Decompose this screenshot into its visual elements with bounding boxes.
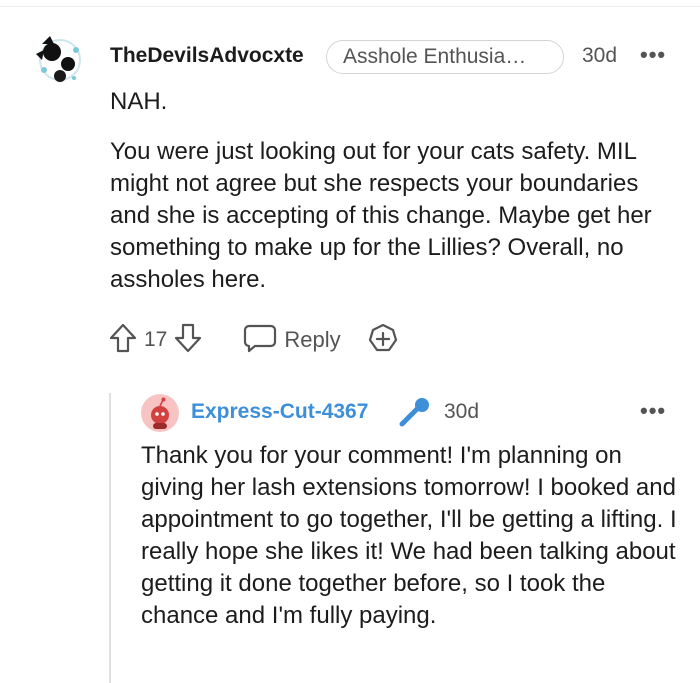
reply-bubble-icon <box>243 323 277 358</box>
thread-line[interactable] <box>109 393 111 683</box>
comment-actions: 17 Reply <box>108 322 399 358</box>
award-icon[interactable] <box>367 322 399 359</box>
upvote-icon[interactable] <box>108 322 138 359</box>
user-avatar[interactable] <box>30 30 86 86</box>
vote-count: 17 <box>144 328 168 351</box>
comment-timestamp: 30d <box>444 400 480 423</box>
comment-body-first-line: NAH. <box>110 88 168 115</box>
user-flair: Asshole Enthusia… <box>326 40 564 74</box>
comment-author[interactable]: TheDevilsAdvocxte <box>110 44 304 68</box>
comment-body: You were just looking out for your cats … <box>110 138 652 293</box>
user-avatar[interactable] <box>141 394 179 432</box>
comment-author[interactable]: Express-Cut-4367 <box>191 400 368 424</box>
more-options-icon[interactable]: ••• <box>640 42 666 68</box>
comment-timestamp: 30d <box>582 44 618 67</box>
top-divider <box>0 6 700 7</box>
reply-label: Reply <box>284 327 341 352</box>
reply-button[interactable]: Reply <box>243 323 341 358</box>
comment-body: Thank you for your comment! I'm planning… <box>141 442 677 629</box>
microphone-icon <box>398 396 432 433</box>
more-options-icon[interactable]: ••• <box>640 398 666 424</box>
downvote-icon[interactable] <box>173 322 203 359</box>
